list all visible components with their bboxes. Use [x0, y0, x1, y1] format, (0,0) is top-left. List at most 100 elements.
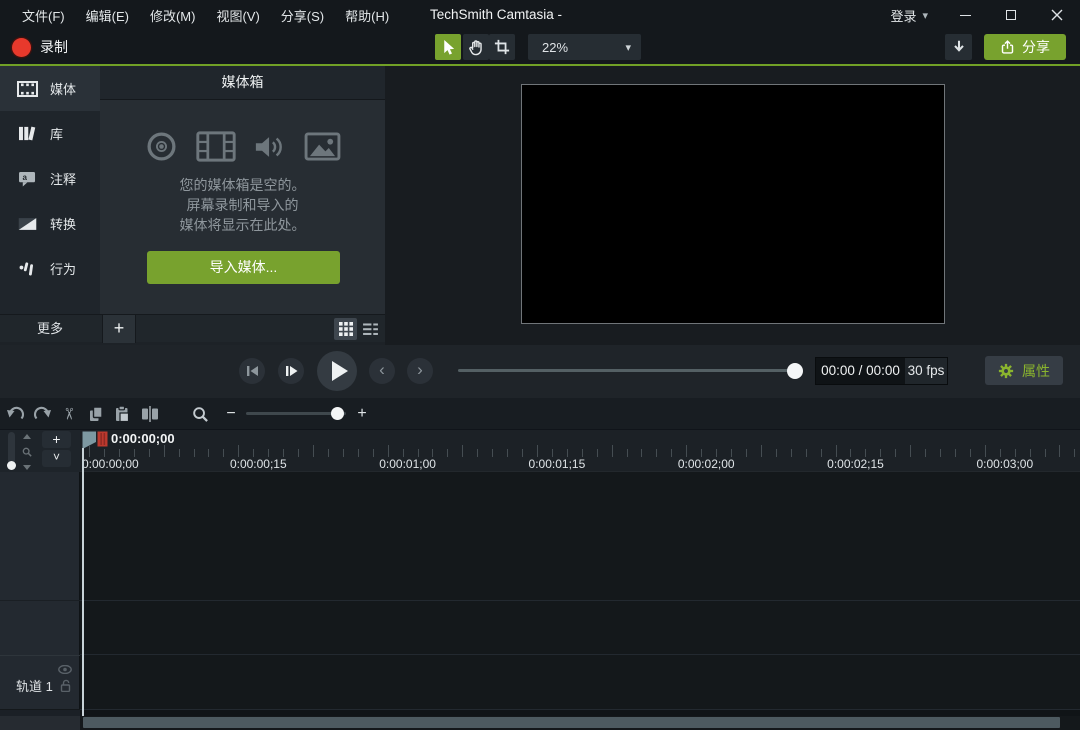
ruler-tick [1045, 449, 1046, 457]
media-empty-line: 屏幕录制和导入的 [100, 195, 385, 215]
ruler-tick [194, 449, 195, 457]
canvas-zoom-select[interactable]: 22% ▾ [528, 34, 641, 60]
grid-view-button[interactable] [334, 318, 357, 340]
sidebar-item-transitions[interactable]: 转换 [0, 201, 100, 246]
sidebar-item-media[interactable]: 媒体 [0, 66, 100, 111]
undo-button[interactable] [4, 402, 28, 426]
ruler-tick [910, 445, 911, 457]
sidebar-item-library[interactable]: 库 [0, 111, 100, 156]
scrollbar-thumb[interactable] [83, 717, 1060, 728]
ruler-scale[interactable]: 0:00:00;00 0:00:00;000:00:00;150:00:01;0… [80, 430, 1080, 472]
menu-list: 文件(F) 编辑(E) 修改(M) 视图(V) 分享(S) 帮助(H) [0, 6, 389, 25]
ruler-tick [1000, 449, 1001, 457]
ruler-tick [627, 449, 628, 457]
image-icon [304, 132, 341, 161]
crop-tool-button[interactable] [489, 34, 515, 60]
sidebar-item-label: 媒体 [50, 79, 76, 98]
import-media-button[interactable]: 导入媒体... [147, 251, 340, 284]
window-controls: 登录 ▾ [876, 0, 1080, 30]
track-1-header: 轨道 1 [0, 655, 80, 710]
download-button[interactable] [945, 34, 972, 60]
ruler-tick [1074, 449, 1075, 457]
video-preview[interactable] [521, 84, 945, 324]
menu-file[interactable]: 文件(F) [22, 6, 65, 25]
lock-open-icon[interactable] [60, 679, 71, 692]
login-button[interactable]: 登录 ▾ [876, 0, 942, 30]
ruler-tick [701, 449, 702, 457]
ruler-tick [268, 449, 269, 457]
playhead-flag[interactable] [82, 431, 108, 450]
ruler-tick [358, 449, 359, 457]
track-icon-group [58, 665, 72, 692]
eye-icon[interactable] [58, 665, 72, 674]
divider [80, 600, 1080, 601]
ruler-tick [731, 449, 732, 457]
split-icon [141, 406, 159, 422]
download-icon [951, 39, 967, 55]
properties-button[interactable]: 属性 [985, 356, 1063, 385]
share-button[interactable]: 分享 [984, 34, 1066, 60]
list-view-button[interactable] [359, 318, 382, 340]
gear-icon [998, 363, 1014, 379]
step-back-button[interactable] [239, 358, 265, 384]
timeline-zoom-in-button[interactable]: + [352, 402, 372, 426]
timeline-zoom-out-button[interactable]: − [221, 402, 241, 426]
caret-down-icon: ▾ [922, 9, 928, 22]
cut-button[interactable]: ✂ [57, 402, 81, 426]
menu-edit[interactable]: 编辑(E) [86, 6, 129, 25]
magnifier-icon [192, 406, 209, 423]
cursor-tool-button[interactable] [435, 34, 461, 60]
record-icon [12, 38, 31, 57]
track-zoom-control[interactable] [21, 434, 33, 470]
scrub-slider[interactable] [458, 369, 800, 372]
menu-share[interactable]: 分享(S) [281, 6, 324, 25]
paste-button[interactable] [110, 402, 134, 426]
timeline: + ˅ 轨道 1 [0, 430, 1080, 716]
ruler-tick [373, 449, 374, 457]
video-clip-icon [196, 131, 236, 162]
ruler-tick [492, 449, 493, 457]
scrub-handle[interactable] [787, 363, 803, 379]
ruler-tick [925, 449, 926, 457]
next-button[interactable]: › [407, 358, 433, 384]
add-track-button[interactable]: + [42, 431, 71, 448]
copy-button[interactable] [84, 402, 108, 426]
sidebar-more-button[interactable]: 更多 [0, 315, 100, 343]
horizontal-scrollbar[interactable] [0, 716, 1080, 730]
hand-tool-button[interactable] [463, 34, 489, 60]
close-button[interactable] [1034, 0, 1080, 30]
playhead-line[interactable] [82, 448, 84, 716]
timeline-zoom-handle[interactable] [331, 407, 344, 420]
previous-button[interactable]: ‹ [369, 358, 395, 384]
play-button[interactable] [317, 351, 357, 391]
ruler-tick [567, 449, 568, 457]
menu-help[interactable]: 帮助(H) [345, 6, 389, 25]
menu-view[interactable]: 视图(V) [216, 6, 259, 25]
sidebar-item-behaviors[interactable]: 行为 [0, 246, 100, 291]
canvas-stage[interactable] [385, 66, 1080, 345]
ruler-tick [612, 445, 613, 457]
add-media-button[interactable]: + [102, 315, 136, 343]
split-button[interactable] [138, 402, 162, 426]
ruler-tick [149, 449, 150, 457]
redo-button[interactable] [30, 402, 54, 426]
minimize-button[interactable] [942, 0, 988, 30]
track-height-handle[interactable] [7, 461, 16, 470]
ruler-tick [985, 445, 986, 457]
record-label: 录制 [40, 37, 68, 57]
maximize-button[interactable] [988, 0, 1034, 30]
menu-modify[interactable]: 修改(M) [150, 6, 196, 25]
step-forward-icon [285, 365, 298, 377]
sidebar-item-annotations[interactable]: a 注释 [0, 156, 100, 201]
collapse-tracks-button[interactable]: ˅ [42, 450, 71, 467]
ruler-tick [283, 449, 284, 457]
ruler-tick [955, 449, 956, 457]
paste-icon [113, 405, 131, 423]
ruler-tick [686, 445, 687, 457]
tools-sidebar: 媒体 库 [0, 66, 100, 314]
media-empty-text: 您的媒体箱是空的。 屏幕录制和导入的 媒体将显示在此处。 [100, 175, 385, 235]
step-forward-button[interactable] [278, 358, 304, 384]
record-button[interactable]: 录制 [8, 34, 72, 60]
track-1-lane[interactable] [80, 655, 1080, 710]
ruler-tick [671, 449, 672, 457]
